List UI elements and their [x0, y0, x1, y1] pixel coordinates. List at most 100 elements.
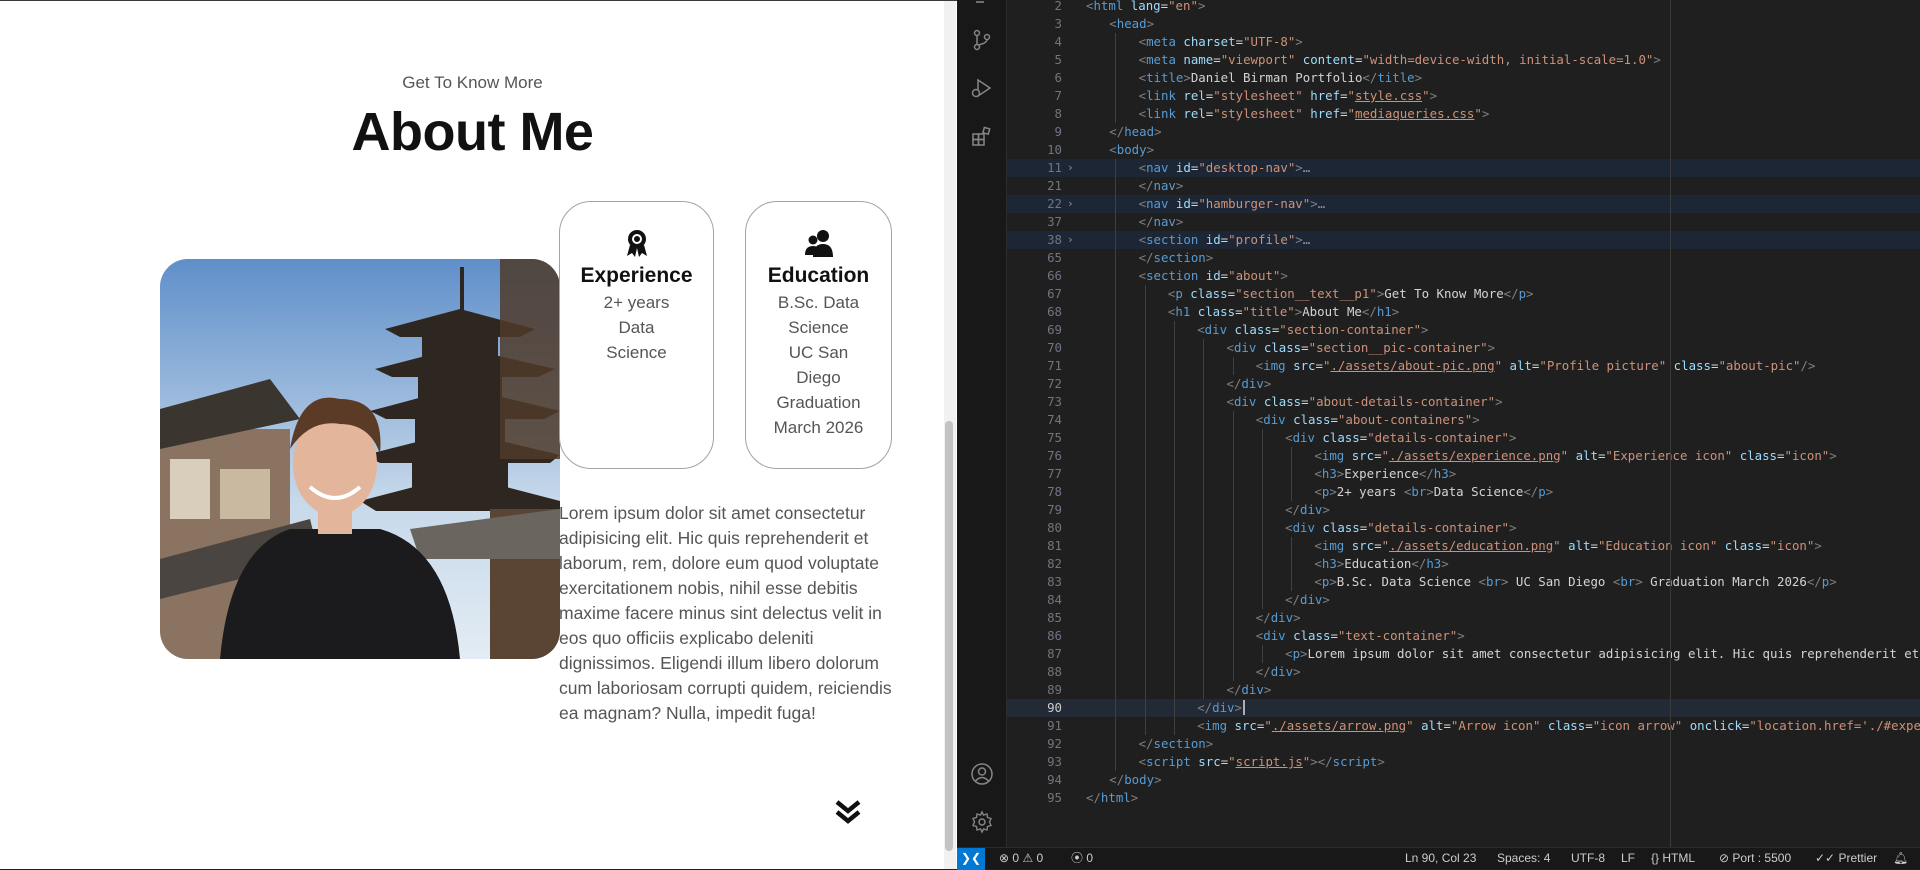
code-line[interactable]: 66 <section id="about"> — [1007, 267, 1920, 285]
editor-ruler — [1670, 0, 1671, 847]
code-line[interactable]: 95 </html> — [1007, 789, 1920, 807]
code-line[interactable]: 84 </div> — [1007, 591, 1920, 609]
indent-guide — [1115, 591, 1117, 609]
code-line[interactable]: 21 </nav> — [1007, 177, 1920, 195]
ports-indicator[interactable]: ⦿ 0 — [1071, 848, 1093, 870]
code-text: <nav id="desktop-nav">… — [1138, 160, 1311, 175]
code-line[interactable]: 86 <div class="text-container"> — [1007, 627, 1920, 645]
encoding-indicator[interactable]: UTF-8 — [1571, 848, 1605, 870]
settings-gear-icon[interactable] — [970, 810, 994, 834]
code-line[interactable]: 90 </div> — [1007, 699, 1920, 717]
code-editor[interactable]: 2 <html lang="en"> 3 <head> 4 <meta charset="… — [1007, 0, 1920, 847]
line-number: 84 — [1047, 592, 1062, 607]
code-line[interactable]: 37 </nav> — [1007, 213, 1920, 231]
code-line[interactable]: 72 </div> — [1007, 375, 1920, 393]
remote-indicator-icon[interactable]: ❯❮ — [957, 848, 985, 870]
indent-guide — [1115, 501, 1117, 519]
code-line[interactable]: 3 <head> — [1007, 15, 1920, 33]
indent-guide — [1232, 429, 1234, 447]
code-line[interactable]: 81 <img src="./assets/education.png" alt=… — [1007, 537, 1920, 555]
code-line[interactable]: 87 <p>Lorem ipsum dolor sit amet consecte… — [1007, 645, 1920, 663]
check-double-icon: ✓✓ — [1815, 851, 1836, 865]
code-line[interactable]: 75 <div class="details-container"> — [1007, 429, 1920, 447]
about-paragraph: Lorem ipsum dolor sit amet consectetur a… — [559, 503, 892, 723]
port-label: Port : 5500 — [1732, 851, 1792, 865]
code-line[interactable]: 88 </div> — [1007, 663, 1920, 681]
code-line[interactable]: 82 <h3>Education</h3> — [1007, 555, 1920, 573]
extensions-icon[interactable] — [970, 124, 994, 148]
code-line[interactable]: 8 <link rel="stylesheet" href="mediaqueri… — [1007, 105, 1920, 123]
fold-chevron-icon[interactable]: › — [1067, 195, 1081, 213]
code-line[interactable]: 38 › <section id="profile">… — [1007, 231, 1920, 249]
preview-scrollbar-thumb[interactable] — [945, 421, 953, 851]
code-line[interactable]: 91 <img src="./assets/arrow.png" alt="Arr… — [1007, 717, 1920, 735]
code-line[interactable]: 83 <p>B.Sc. Data Science <br> UC San Dieg… — [1007, 573, 1920, 591]
indent-guide — [1261, 501, 1263, 519]
prettier-indicator[interactable]: ✓✓ Prettier — [1815, 848, 1877, 870]
code-line[interactable]: 77 <h3>Experience</h3> — [1007, 465, 1920, 483]
code-line[interactable]: 4 <meta charset="UTF-8"> — [1007, 33, 1920, 51]
code-line[interactable]: 80 <div class="details-container"> — [1007, 519, 1920, 537]
explorer-icon[interactable] — [970, 0, 994, 24]
indent-guide — [1115, 465, 1117, 483]
code-text: </nav> — [1138, 178, 1184, 193]
section-subtitle: Get To Know More — [402, 73, 543, 92]
code-line[interactable]: 92 </section> — [1007, 735, 1920, 753]
indent-guide — [1115, 321, 1117, 339]
indent-guide — [1115, 573, 1117, 591]
code-line[interactable]: 6 <title>Daniel Birman Portfolio</title> — [1007, 69, 1920, 87]
run-debug-icon[interactable] — [970, 76, 994, 100]
indent-guide — [1115, 285, 1117, 303]
education-line: UC San — [788, 343, 849, 362]
line-number: 8 — [1054, 106, 1062, 121]
indent-guide — [1115, 213, 1117, 231]
code-line[interactable]: 7 <link rel="stylesheet" href="style.css"… — [1007, 87, 1920, 105]
eol-indicator[interactable]: LF — [1621, 848, 1635, 870]
cursor-position[interactable]: Ln 90, Col 23 — [1405, 848, 1476, 870]
code-line[interactable]: 2 <html lang="en"> — [1007, 0, 1920, 15]
notifications-icon[interactable]: 🔔︎ — [1893, 848, 1908, 870]
line-number: 87 — [1047, 646, 1062, 661]
source-control-icon[interactable] — [970, 28, 994, 52]
indent-guide — [1203, 555, 1205, 573]
code-line[interactable]: 70 <div class="section__pic-container"> — [1007, 339, 1920, 357]
code-line[interactable]: 76 <img src="./assets/experience.png" alt… — [1007, 447, 1920, 465]
indent-guide — [1144, 699, 1146, 717]
code-line[interactable]: 85 </div> — [1007, 609, 1920, 627]
code-line[interactable]: 5 <meta name="viewport" content="width=de… — [1007, 51, 1920, 69]
chevron-double-down-icon[interactable] — [834, 799, 862, 825]
code-line[interactable]: 69 <div class="section-container"> — [1007, 321, 1920, 339]
code-line[interactable]: 65 </section> — [1007, 249, 1920, 267]
account-icon[interactable] — [970, 762, 994, 786]
code-line[interactable]: 89 </div> — [1007, 681, 1920, 699]
indent-guide — [1261, 519, 1263, 537]
code-text: <section id="profile">… — [1138, 232, 1311, 247]
line-number: 88 — [1047, 664, 1062, 679]
code-line[interactable]: 9 </head> — [1007, 123, 1920, 141]
experience-line: Science — [606, 343, 667, 362]
indent-guide — [1115, 69, 1117, 87]
code-line[interactable]: 73 <div class="about-details-container"> — [1007, 393, 1920, 411]
code-line[interactable]: 11 › <nav id="desktop-nav">… — [1007, 159, 1920, 177]
live-server-port[interactable]: ⊘ Port : 5500 — [1719, 848, 1791, 870]
preview-scrollbar[interactable] — [944, 1, 956, 869]
line-number: 10 — [1047, 142, 1062, 157]
broadcast-icon: ⦿ — [1071, 851, 1084, 865]
code-line[interactable]: 74 <div class="about-containers"> — [1007, 411, 1920, 429]
code-line[interactable]: 22 › <nav id="hamburger-nav">… — [1007, 195, 1920, 213]
indentation-indicator[interactable]: Spaces: 4 — [1497, 848, 1550, 870]
code-line[interactable]: 10 <body> — [1007, 141, 1920, 159]
indent-guide — [1115, 303, 1117, 321]
code-text: <p>B.Sc. Data Science <br> UC San Diego … — [1314, 574, 1837, 589]
code-line[interactable]: 93 <script src="script.js"></script> — [1007, 753, 1920, 771]
fold-chevron-icon[interactable]: › — [1067, 231, 1081, 249]
code-line[interactable]: 78 <p>2+ years <br>Data Science</p> — [1007, 483, 1920, 501]
fold-chevron-icon[interactable]: › — [1067, 159, 1081, 177]
code-line[interactable]: 71 <img src="./assets/about-pic.png" alt=… — [1007, 357, 1920, 375]
code-line[interactable]: 79 </div> — [1007, 501, 1920, 519]
language-mode[interactable]: {} HTML — [1651, 848, 1695, 870]
code-line[interactable]: 67 <p class="section__text__p1">Get To Kn… — [1007, 285, 1920, 303]
code-line[interactable]: 94 </body> — [1007, 771, 1920, 789]
code-line[interactable]: 68 <h1 class="title">About Me</h1> — [1007, 303, 1920, 321]
problems-indicator[interactable]: ⊗ 0 ⚠ 0 — [999, 848, 1043, 870]
